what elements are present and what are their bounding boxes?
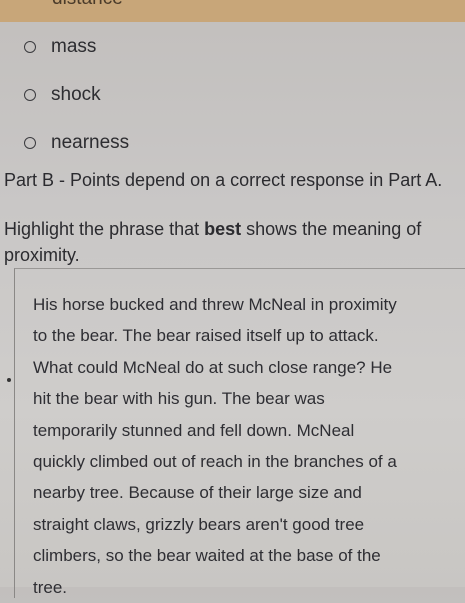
radio-button-icon[interactable] xyxy=(24,137,36,149)
highlightable-passage[interactable]: His horse bucked and threw McNeal in pro… xyxy=(33,289,463,603)
option-label: mass xyxy=(51,36,97,57)
instruction-text: Highlight the phrase that xyxy=(4,219,205,239)
passage-line[interactable]: to the bear. The bear raised itself up t… xyxy=(33,320,463,351)
bullet-dot xyxy=(7,378,11,382)
passage-line[interactable]: straight claws, grizzly bears aren't goo… xyxy=(33,509,463,540)
part-b-heading: Part B - Points depend on a correct resp… xyxy=(4,170,443,190)
radio-button-icon[interactable] xyxy=(24,41,36,53)
option-mass[interactable]: mass xyxy=(24,32,96,62)
instruction-emphasis: best xyxy=(204,219,242,239)
passage-line[interactable]: His horse bucked and threw McNeal in pro… xyxy=(33,289,463,320)
previous-option-label: distance xyxy=(52,0,123,10)
passage-line[interactable]: quickly climbed out of reach in the bran… xyxy=(33,446,463,477)
passage-line[interactable]: nearby tree. Because of their large size… xyxy=(33,477,463,508)
passage-line[interactable]: hit the bear with his gun. The bear was xyxy=(33,383,463,414)
passage-line[interactable]: temporarily stunned and fell down. McNea… xyxy=(33,415,463,446)
option-shock[interactable]: shock xyxy=(24,80,101,110)
option-label: shock xyxy=(51,84,101,105)
question-instruction: Highlight the phrase that best shows the… xyxy=(4,216,459,268)
radio-button-icon[interactable] xyxy=(24,89,36,101)
passage-line[interactable]: What could McNeal do at such close range… xyxy=(33,352,463,383)
option-nearness[interactable]: nearness xyxy=(24,128,129,158)
passage-line[interactable]: tree. xyxy=(33,572,463,603)
passage-line[interactable]: climbers, so the bear waited at the base… xyxy=(33,540,463,571)
option-label: nearness xyxy=(51,132,130,153)
previous-option-band: distance xyxy=(0,0,465,22)
